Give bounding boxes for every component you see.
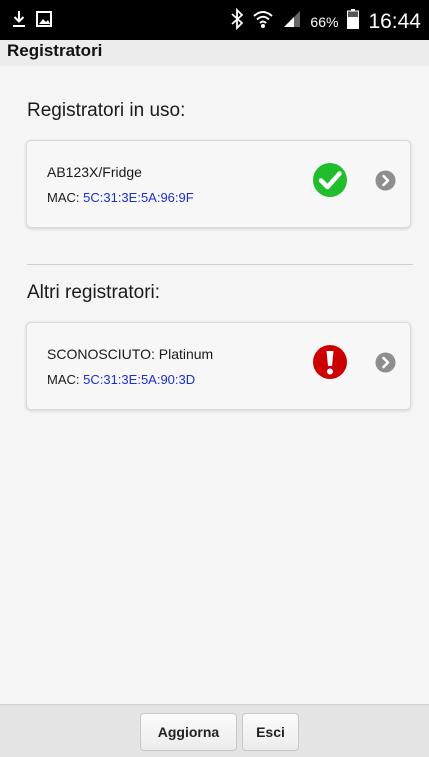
mac-row: MAC: 5C:31:3E:5A:96:9F bbox=[47, 190, 194, 205]
device-name: AB123X/Fridge bbox=[47, 164, 142, 180]
refresh-button[interactable]: Aggiorna bbox=[140, 713, 237, 751]
exit-button[interactable]: Esci bbox=[242, 713, 299, 751]
mac-value: 5C:31:3E:5A:90:3D bbox=[83, 372, 196, 387]
signal-icon bbox=[283, 10, 301, 33]
device-card-in-use[interactable]: AB123X/Fridge MAC: 5C:31:3E:5A:96:9F bbox=[26, 140, 411, 228]
check-circle-icon bbox=[312, 162, 348, 198]
image-icon bbox=[36, 11, 52, 32]
battery-icon bbox=[347, 9, 360, 34]
app-header: Registratori bbox=[0, 40, 429, 66]
chevron-right-icon[interactable] bbox=[375, 170, 396, 191]
bluetooth-icon bbox=[231, 7, 244, 35]
mac-row: MAC: 5C:31:3E:5A:90:3D bbox=[47, 372, 195, 387]
alert-circle-icon bbox=[312, 344, 348, 380]
status-left-icons bbox=[12, 10, 52, 33]
mac-label: MAC: bbox=[47, 190, 84, 205]
status-bar: 66% 16:44 bbox=[0, 0, 429, 40]
download-icon bbox=[12, 10, 26, 33]
section-title-in-use: Registratori in uso: bbox=[27, 100, 186, 121]
mac-label: MAC: bbox=[47, 372, 84, 387]
bottom-toolbar: Aggiorna Esci bbox=[0, 704, 429, 757]
device-card-other[interactable]: SCONOSCIUTO: Platinum MAC: 5C:31:3E:5A:9… bbox=[26, 322, 411, 410]
page-title: Registratori bbox=[7, 41, 103, 60]
section-title-other: Altri registratori: bbox=[27, 282, 161, 303]
chevron-right-icon[interactable] bbox=[375, 352, 396, 373]
section-divider bbox=[27, 264, 413, 265]
main-content: Registratori in uso: AB123X/Fridge MAC: … bbox=[0, 66, 429, 704]
device-name: SCONOSCIUTO: Platinum bbox=[47, 346, 214, 362]
wifi-icon bbox=[252, 9, 274, 34]
clock-time: 16:44 bbox=[368, 9, 421, 33]
mac-value: 5C:31:3E:5A:96:9F bbox=[83, 190, 194, 205]
status-right-icons: 66% 16:44 bbox=[231, 7, 421, 35]
battery-percent: 66% bbox=[310, 13, 339, 30]
